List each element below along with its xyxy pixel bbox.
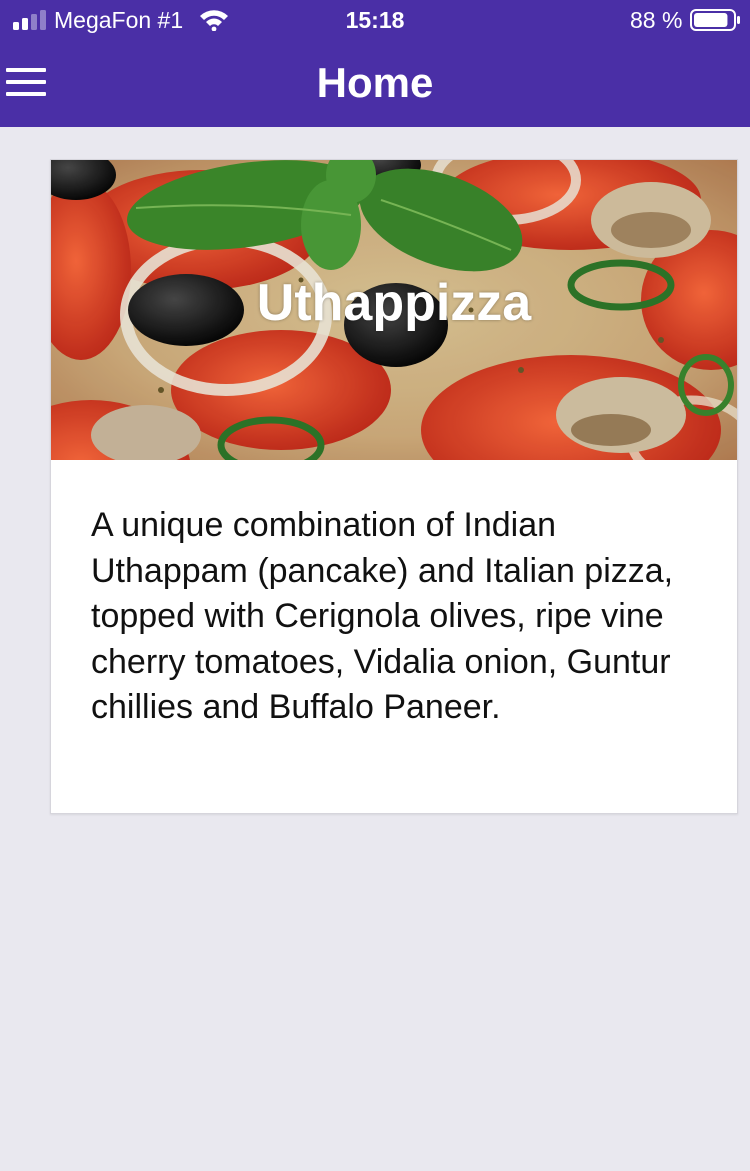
dish-card[interactable]: Uthappizza A unique combination of India… [50, 159, 738, 814]
pizza-image: Uthappizza [51, 160, 737, 460]
battery-percent: 88 % [630, 7, 683, 33]
page-title: Home [316, 59, 434, 106]
status-bar: MegaFon #1 15:18 88 % [0, 0, 750, 42]
battery-icon [690, 9, 740, 31]
card-description: A unique combination of Indian Uthappam … [91, 506, 674, 726]
app-header: MegaFon #1 15:18 88 % Home [0, 0, 750, 127]
card-title: Uthappizza [256, 274, 532, 332]
